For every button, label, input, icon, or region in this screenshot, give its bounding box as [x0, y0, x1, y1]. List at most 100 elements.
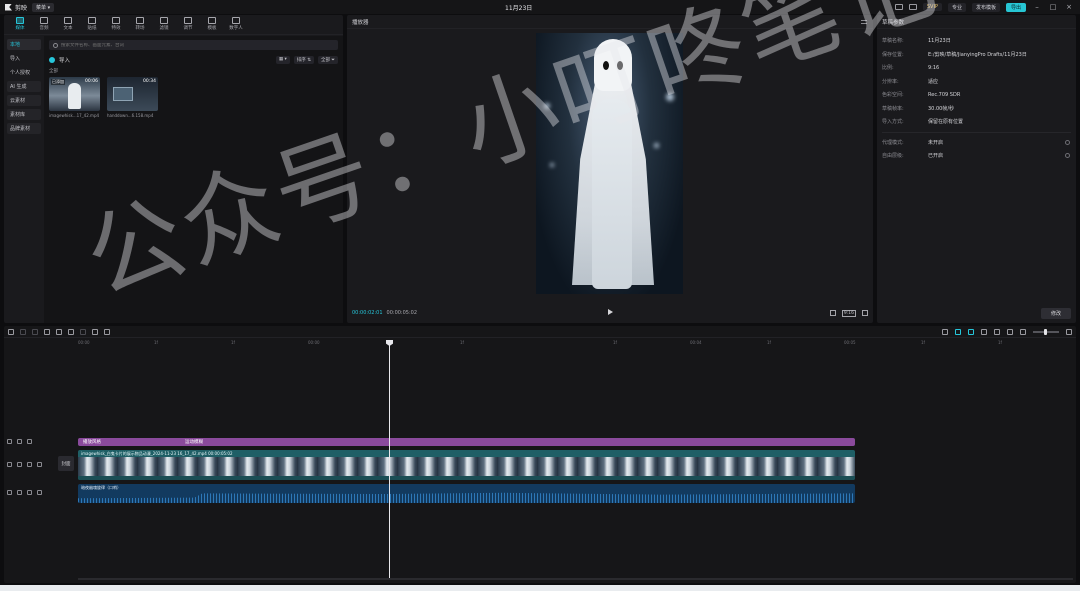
side-item-library[interactable]: 素材库	[7, 109, 41, 120]
zoom-slider[interactable]	[1033, 328, 1059, 335]
sort-button[interactable]: 排序 ⇅	[293, 56, 314, 64]
param-row: 代理模式: 未开启	[877, 136, 1076, 150]
select-tool-icon[interactable]	[8, 328, 14, 335]
media-main: 导入 ▦ ▾ 排序 ⇅ 全部 ⏷ 全部 已添加 00:06 imagewhisk…	[44, 36, 343, 323]
import-icon[interactable]	[49, 57, 55, 63]
side-item-import[interactable]: 导入	[7, 53, 41, 64]
param-row: 草稿名称: 11月23日	[877, 34, 1076, 48]
tab-templates[interactable]: 模板	[200, 15, 224, 34]
side-item-cloud[interactable]: 云素材	[7, 95, 41, 106]
tab-adjust[interactable]: 调节	[176, 15, 200, 34]
param-row: 色彩空间: Rec.709 SDR	[877, 88, 1076, 102]
time-ruler[interactable]: 00:00 1f 1f 00:00 1f 1f 00:04 1f 00:05 1…	[78, 339, 1073, 348]
side-item-local[interactable]: 本地	[7, 39, 41, 50]
adjust-icon	[184, 17, 192, 24]
media-search-bar[interactable]	[49, 40, 338, 50]
tab-stickers[interactable]: 贴纸	[80, 15, 104, 34]
effect-clip-label: 播放风格	[83, 440, 101, 445]
trim-right-icon[interactable]	[68, 328, 74, 335]
help-icon[interactable]	[1065, 139, 1070, 145]
lock-icon[interactable]	[17, 462, 22, 467]
zoom-knob[interactable]	[1044, 328, 1047, 335]
audio-track-header	[7, 490, 42, 495]
publish-template-button[interactable]: 发布模板	[971, 2, 1000, 12]
param-key: 草稿帧率:	[882, 105, 904, 112]
added-badge: 已添加	[51, 79, 65, 85]
magnet-icon[interactable]	[955, 328, 961, 335]
player-menu-icon[interactable]	[861, 19, 867, 24]
bokeh-light	[550, 163, 554, 167]
import-row: 导入 ▦ ▾ 排序 ⇅ 全部 ⏷	[49, 55, 338, 65]
redo-icon[interactable]	[32, 328, 38, 335]
param-key: 导入方式:	[882, 119, 904, 126]
search-input[interactable]	[61, 42, 321, 48]
fullscreen-icon[interactable]	[862, 310, 868, 316]
media-thumbnail[interactable]: 00:34	[107, 77, 158, 111]
zoom-out-icon[interactable]	[1020, 328, 1026, 335]
import-button[interactable]: 导入	[59, 56, 70, 64]
svip-button[interactable]: SVIP	[922, 3, 942, 11]
pro-button[interactable]: 专业	[947, 2, 966, 12]
help-icon[interactable]	[1065, 153, 1070, 159]
modify-button[interactable]: 修改	[1040, 308, 1071, 319]
layout-icon[interactable]	[894, 4, 903, 10]
more-icon[interactable]	[37, 490, 42, 495]
ghost-eye	[617, 61, 623, 70]
crop-clip-icon[interactable]	[104, 328, 110, 335]
volume-icon[interactable]	[27, 490, 32, 495]
mark-icon[interactable]	[92, 328, 98, 335]
cover-button[interactable]: 封面	[58, 456, 74, 471]
taskbar-edge	[0, 585, 1080, 591]
eye-icon[interactable]	[27, 462, 32, 467]
lock-icon[interactable]	[17, 490, 22, 495]
media-thumbnail[interactable]: 已添加 00:06	[49, 77, 100, 111]
timeline-scrollbar[interactable]	[78, 578, 1073, 580]
side-item-ai-generate[interactable]: AI 生成	[7, 81, 41, 92]
zoom-in-icon[interactable]	[1066, 328, 1072, 335]
split-icon[interactable]	[44, 328, 50, 335]
side-item-brand[interactable]: 品牌素材	[7, 123, 41, 134]
close-icon[interactable]: ×	[1064, 3, 1074, 11]
undo-icon[interactable]	[20, 328, 26, 335]
param-value: 已开启	[928, 153, 944, 160]
ruler-tick: 1f	[460, 340, 464, 345]
link-icon[interactable]	[968, 328, 974, 335]
shortcut-icon[interactable]	[908, 4, 917, 10]
preview-axis-icon[interactable]	[981, 328, 987, 335]
more-icon[interactable]	[37, 462, 42, 467]
microphone-icon[interactable]	[942, 328, 948, 335]
media-item[interactable]: 00:34 handdown...6.158.mp4	[107, 77, 158, 118]
eye-icon[interactable]	[27, 439, 32, 444]
play-icon[interactable]	[608, 309, 613, 315]
menu-button[interactable]: 菜单 ▾	[32, 2, 55, 12]
ruler-tick: 1f	[154, 340, 158, 345]
effects-icon	[112, 17, 120, 24]
tab-text[interactable]: 文本	[56, 15, 80, 34]
maximize-icon[interactable]: □	[1048, 3, 1058, 11]
tab-audio[interactable]: 音频	[32, 15, 56, 34]
tab-effects[interactable]: 特效	[104, 15, 128, 34]
video-clip[interactable]: imagewhisk_白鬼卡片的展示物品动漫_2024-11-23 16_17_…	[78, 450, 855, 480]
tab-transitions[interactable]: 转场	[128, 15, 152, 34]
media-item[interactable]: 已添加 00:06 imagewhisk...17_42.mp4	[49, 77, 100, 118]
caption-icon[interactable]	[1007, 328, 1013, 335]
export-button[interactable]: 导出	[1005, 2, 1026, 12]
tab-digital-human[interactable]: 数字人	[224, 15, 248, 34]
view-toggle-button[interactable]: ▦ ▾	[275, 56, 290, 64]
filter-all-button[interactable]: 全部 ⏷	[317, 56, 338, 64]
crop-icon[interactable]	[829, 310, 836, 316]
audio-clip[interactable]: 暗夜幽魂旋律（口哨）	[78, 484, 855, 503]
tab-filters[interactable]: 滤镜	[152, 15, 176, 34]
split-screen-icon[interactable]	[994, 328, 1000, 335]
video-preview[interactable]	[536, 33, 683, 294]
lock-icon[interactable]	[17, 439, 22, 444]
track-type-icon	[7, 462, 12, 467]
minimize-icon[interactable]: –	[1032, 3, 1042, 11]
trim-left-icon[interactable]	[56, 328, 62, 335]
tab-media[interactable]: 媒体	[8, 15, 32, 34]
side-item-personal[interactable]: 个人授权	[7, 67, 41, 78]
delete-icon[interactable]	[80, 328, 86, 335]
ratio-button[interactable]: 9:16	[841, 309, 856, 317]
playhead[interactable]	[386, 340, 393, 578]
effect-clip[interactable]: 播放风格 运动模糊	[78, 438, 855, 446]
